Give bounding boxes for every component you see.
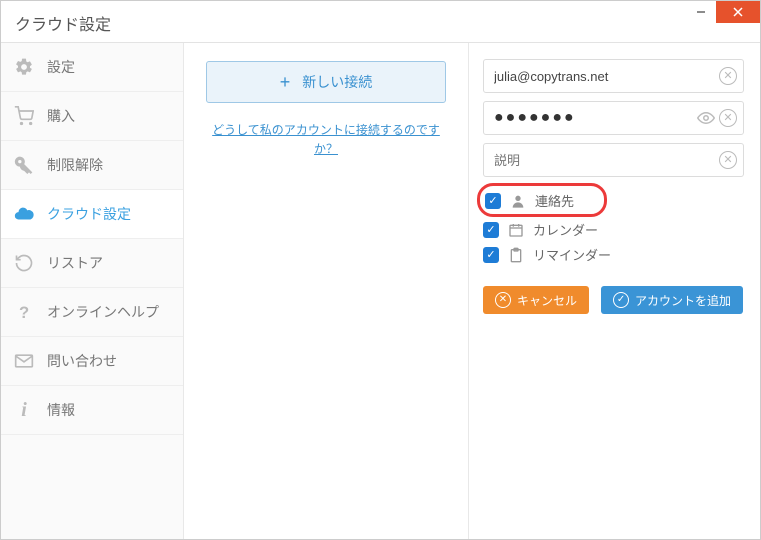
window-buttons <box>686 1 760 23</box>
clear-password-icon[interactable]: ✕ <box>719 109 737 127</box>
cancel-icon: ✕ <box>495 292 511 308</box>
sidebar-item-contact[interactable]: 問い合わせ <box>1 337 183 386</box>
sidebar-item-settings[interactable]: 設定 <box>1 43 183 92</box>
sidebar-item-label: 購入 <box>47 106 171 126</box>
add-account-button[interactable]: ✓ アカウントを追加 <box>601 286 743 314</box>
help-link[interactable]: どうして私のアカウントに接続するのですか？ <box>202 121 450 159</box>
sidebar-item-label: クラウド設定 <box>47 204 171 224</box>
clipboard-icon <box>507 246 525 264</box>
cart-icon <box>13 105 35 127</box>
middle-panel: + 新しい接続 どうして私のアカウントに接続するのですか？ <box>184 43 469 539</box>
email-input[interactable] <box>494 69 715 84</box>
window-title: クラウド設定 <box>1 1 686 35</box>
option-reminders-row: ✓ リマインダー <box>483 245 744 264</box>
cancel-button[interactable]: ✕ キャンセル <box>483 286 589 314</box>
contacts-label: 連絡先 <box>535 191 574 210</box>
sync-options: ✓ 連絡先 ✓ カレンダー ✓ <box>483 187 744 264</box>
svg-text:?: ? <box>19 303 29 322</box>
calendar-icon <box>507 221 525 239</box>
calendar-checkbox[interactable]: ✓ <box>483 222 499 238</box>
sidebar-item-help[interactable]: ? オンラインヘルプ <box>1 288 183 337</box>
account-form-panel: ✕ ●●●●●●● ✕ ✕ ✓ 連絡先 <box>469 43 760 539</box>
window-body: 設定 購入 制限解除 クラウド設定 <box>1 43 760 539</box>
gear-icon <box>13 56 35 78</box>
sidebar-item-label: オンラインヘルプ <box>47 302 171 322</box>
question-icon: ? <box>13 301 35 323</box>
info-icon: i <box>13 399 35 421</box>
sidebar-item-label: 問い合わせ <box>47 351 171 371</box>
contacts-checkbox[interactable]: ✓ <box>485 193 501 209</box>
close-button[interactable] <box>716 1 760 23</box>
sidebar: 設定 購入 制限解除 クラウド設定 <box>1 43 184 539</box>
new-connection-button[interactable]: + 新しい接続 <box>206 61 446 103</box>
check-icon: ✓ <box>613 292 629 308</box>
titlebar: クラウド設定 <box>1 1 760 43</box>
reminders-checkbox[interactable]: ✓ <box>483 247 499 263</box>
clear-email-icon[interactable]: ✕ <box>719 67 737 85</box>
add-account-label: アカウントを追加 <box>635 292 731 309</box>
sidebar-item-label: 設定 <box>47 57 171 77</box>
password-field-wrap: ●●●●●●● ✕ <box>483 101 744 135</box>
sidebar-item-cloud-settings[interactable]: クラウド設定 <box>1 190 183 239</box>
sidebar-item-label: 制限解除 <box>47 155 171 175</box>
new-connection-label: 新しい接続 <box>302 72 372 92</box>
option-contacts-row: ✓ 連絡先 <box>483 187 744 214</box>
form-buttons: ✕ キャンセル ✓ アカウントを追加 <box>483 286 744 314</box>
person-icon <box>509 192 527 210</box>
sidebar-item-purchase[interactable]: 購入 <box>1 92 183 141</box>
cloud-icon <box>13 203 35 225</box>
plus-icon: + <box>280 72 291 93</box>
clear-description-icon[interactable]: ✕ <box>719 151 737 169</box>
restore-icon <box>13 252 35 274</box>
sidebar-item-unlock[interactable]: 制限解除 <box>1 141 183 190</box>
sidebar-item-restore[interactable]: リストア <box>1 239 183 288</box>
show-password-icon[interactable] <box>697 109 715 127</box>
description-field-wrap: ✕ <box>483 143 744 177</box>
app-window: クラウド設定 設定 購入 <box>0 0 761 540</box>
mail-icon <box>13 350 35 372</box>
sidebar-item-label: リストア <box>47 253 171 273</box>
password-input[interactable]: ●●●●●●● <box>494 109 693 127</box>
email-field-wrap: ✕ <box>483 59 744 93</box>
reminders-label: リマインダー <box>533 245 611 264</box>
cancel-label: キャンセル <box>517 292 577 309</box>
description-input[interactable] <box>494 153 715 168</box>
minimize-button[interactable] <box>686 1 716 23</box>
sidebar-item-label: 情報 <box>47 400 171 420</box>
calendar-label: カレンダー <box>533 220 598 239</box>
key-icon <box>13 154 35 176</box>
sidebar-item-info[interactable]: i 情報 <box>1 386 183 435</box>
option-calendar-row: ✓ カレンダー <box>483 220 744 239</box>
